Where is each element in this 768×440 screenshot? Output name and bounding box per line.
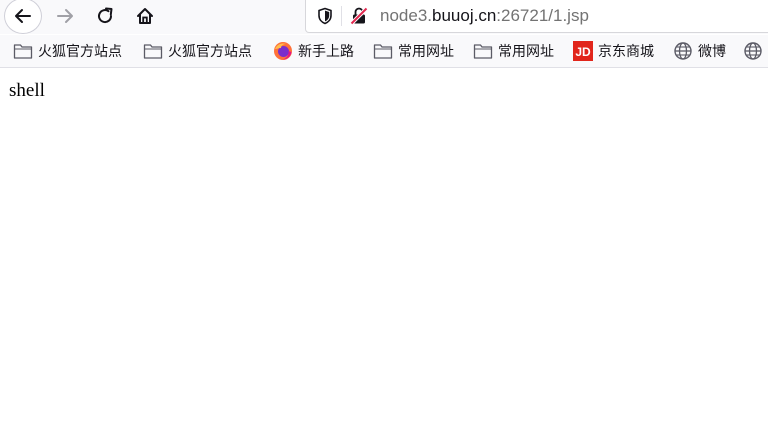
svg-text:JD: JD <box>575 45 591 59</box>
bookmark-overflow-globe[interactable] <box>743 35 768 67</box>
back-arrow-icon <box>15 9 31 23</box>
url-host: buuoj.cn <box>432 6 497 25</box>
globe-icon <box>673 41 693 61</box>
urlbar-separator <box>341 6 342 26</box>
page-body-text: shell <box>9 80 45 101</box>
bookmark-folder-common-sites-1[interactable]: 常用网址 <box>373 35 454 67</box>
forward-arrow-icon <box>57 9 73 23</box>
bookmark-label: 常用网址 <box>398 44 454 60</box>
url-text[interactable]: node3.buuoj.cn:26721/1.jsp <box>380 6 589 26</box>
folder-icon <box>473 41 493 61</box>
firefox-icon <box>273 41 293 61</box>
bookmark-label: 京东商城 <box>598 44 654 60</box>
globe-icon <box>743 41 763 61</box>
back-button[interactable] <box>4 0 42 34</box>
bookmark-weibo[interactable]: 微博 <box>673 35 726 67</box>
home-icon <box>137 8 153 24</box>
reload-icon <box>98 7 113 24</box>
folder-icon <box>13 41 33 61</box>
bookmark-label: 新手上路 <box>298 44 354 60</box>
bookmark-label: 常用网址 <box>498 44 554 60</box>
bookmark-folder-firefox-official-2[interactable]: 火狐官方站点 <box>143 35 252 67</box>
bookmark-folder-firefox-official-1[interactable]: 火狐官方站点 <box>13 35 122 67</box>
folder-icon <box>373 41 393 61</box>
bookmark-getting-started[interactable]: 新手上路 <box>273 35 354 67</box>
insecure-connection-lock-icon[interactable] <box>348 5 370 27</box>
folder-icon <box>143 41 163 61</box>
home-button[interactable] <box>128 0 162 32</box>
url-bar[interactable]: node3.buuoj.cn:26721/1.jsp <box>305 0 768 33</box>
reload-button[interactable] <box>88 0 122 32</box>
bookmark-jd-mall[interactable]: JD 京东商城 <box>573 35 654 67</box>
bookmark-folder-common-sites-2[interactable]: 常用网址 <box>473 35 554 67</box>
navigation-toolbar: node3.buuoj.cn:26721/1.jsp <box>0 0 768 34</box>
tracking-protection-shield-icon[interactable] <box>314 5 336 27</box>
url-suffix: :26721/1.jsp <box>496 6 589 25</box>
forward-button[interactable] <box>48 0 82 32</box>
bookmarks-toolbar: 火狐官方站点 火狐官方站点 新手上路 常用网址 常用网址 JD 京东商城 微博 <box>0 35 768 68</box>
jd-icon: JD <box>573 41 593 61</box>
bookmark-label: 火狐官方站点 <box>38 44 122 60</box>
bookmark-label: 微博 <box>698 44 726 60</box>
url-prefix: node3. <box>380 6 432 25</box>
bookmark-label: 火狐官方站点 <box>168 44 252 60</box>
